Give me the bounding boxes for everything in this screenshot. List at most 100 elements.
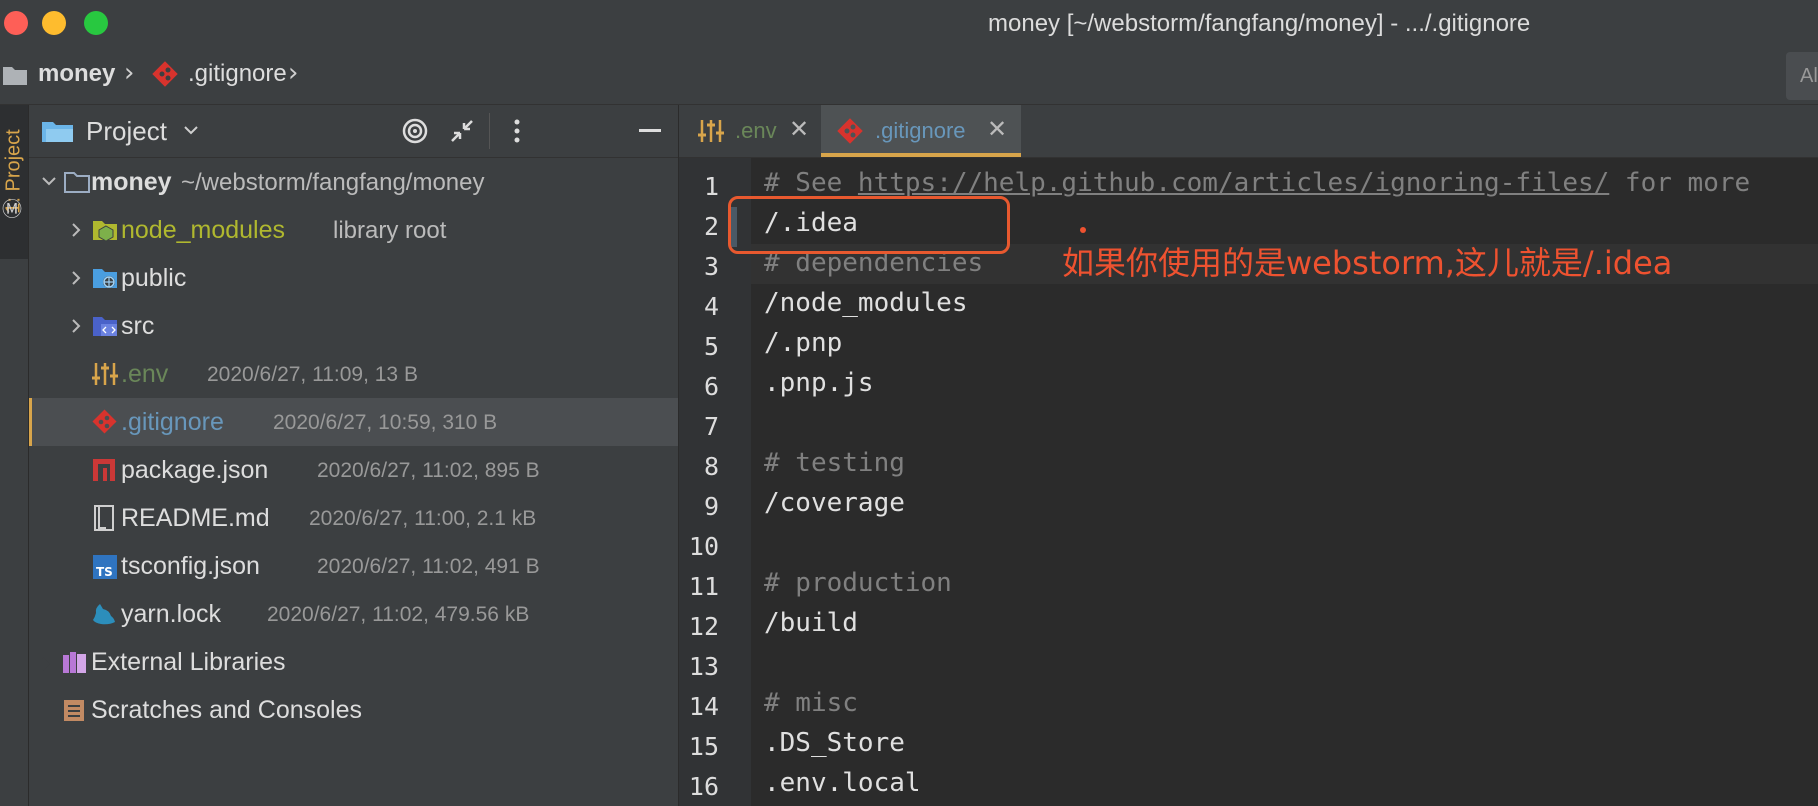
more-options-icon[interactable] <box>507 117 527 145</box>
window-title: money [~/webstorm/fangfang/money] - .../… <box>988 10 1531 37</box>
line-number: 3 <box>703 252 719 281</box>
line-number: 5 <box>703 332 719 361</box>
structure-icon[interactable]: Ⓜ <box>0 197 24 221</box>
minimize-window-button[interactable] <box>42 11 66 35</box>
tree-row-external-libraries[interactable]: External Libraries <box>29 638 678 686</box>
tree-item-name: .env <box>121 360 169 388</box>
tab-env[interactable]: .env ✕ <box>679 105 821 157</box>
collapse-all-icon[interactable] <box>449 118 475 144</box>
tree-item-name: src <box>121 312 155 340</box>
tree-row-money[interactable]: money ~/webstorm/fangfang/money <box>29 158 678 206</box>
code-line-11: # production <box>764 568 952 598</box>
code-line-12: /build <box>764 608 858 638</box>
tree-item-name: package.json <box>121 456 269 484</box>
breadcrumb-file[interactable]: .gitignore <box>188 60 287 88</box>
code-line-6: .pnp.js <box>764 368 874 398</box>
help-link[interactable]: https://help.github.com/articles/ignorin… <box>858 168 1609 198</box>
line-number: 16 <box>688 772 719 801</box>
git-icon <box>152 61 178 87</box>
git-icon <box>92 409 117 434</box>
chevron-right-icon[interactable] <box>71 222 83 238</box>
code-line-8: # testing <box>764 448 905 478</box>
tree-row-env[interactable]: .env 2020/6/27, 11:09, 13 B <box>29 350 678 398</box>
tree-row-scratches[interactable]: Scratches and Consoles <box>29 686 678 734</box>
tree-row-tsconfig[interactable]: TS tsconfig.json 2020/6/27, 11:02, 491 B <box>29 542 678 590</box>
editor-tab-bar: .env ✕ .gitignore ✕ <box>679 105 1818 158</box>
scratches-icon <box>64 700 84 721</box>
env-settings-icon <box>698 120 724 142</box>
tree-item-name: Scratches and Consoles <box>91 696 362 724</box>
tree-item-path: ~/webstorm/fangfang/money <box>181 169 485 196</box>
annotation-text: 如果你使用的是webstorm,这儿就是/.idea <box>1062 244 1673 282</box>
line-number: 9 <box>703 492 719 521</box>
web-folder-icon <box>93 269 117 288</box>
tree-row-gitignore[interactable]: .gitignore 2020/6/27, 10:59, 310 B <box>29 398 678 446</box>
npm-icon <box>93 459 115 481</box>
code-line-1: # See https://help.github.com/articles/i… <box>764 168 1751 198</box>
tree-row-package-json[interactable]: package.json 2020/6/27, 11:02, 895 B <box>29 446 678 494</box>
tree-item-meta: 2020/6/27, 10:59, 310 B <box>273 411 498 434</box>
yarn-icon <box>93 604 115 625</box>
chevron-right-icon[interactable] <box>71 318 83 334</box>
line-number: 11 <box>688 572 719 601</box>
tree-item-name: public <box>121 264 187 292</box>
close-tab-icon[interactable]: ✕ <box>987 115 1007 143</box>
project-tool-tab[interactable]: 1: Project <box>0 105 28 259</box>
tree-item-name: README.md <box>121 504 270 532</box>
tree-item-name: External Libraries <box>91 648 286 676</box>
tool-window-strip: 1: Project Ⓜ <box>0 105 29 806</box>
tree-item-meta: 2020/6/27, 11:02, 491 B <box>317 555 540 578</box>
svg-text:TS: TS <box>96 565 113 579</box>
tree-item-name: node_modules <box>121 216 286 244</box>
folder-icon <box>3 67 27 85</box>
git-icon <box>837 118 863 144</box>
breadcrumb-separator-icon: › <box>124 58 135 88</box>
toolbar-partial-button[interactable]: Al <box>1786 52 1818 100</box>
tree-item-name: money <box>91 168 172 196</box>
chevron-down-icon[interactable] <box>41 176 57 188</box>
line-number: 14 <box>688 692 719 721</box>
source-folder-icon <box>93 317 117 336</box>
markdown-icon <box>94 505 114 531</box>
locate-file-icon[interactable] <box>401 117 429 145</box>
env-settings-icon <box>92 363 118 385</box>
tree-row-yarn-lock[interactable]: yarn.lock 2020/6/27, 11:02, 479.56 kB <box>29 590 678 638</box>
annotation-highlight-box <box>728 196 1010 254</box>
code-line-9: /coverage <box>764 488 905 518</box>
folder-icon <box>64 172 90 193</box>
code-line-5: /.pnp <box>764 328 843 358</box>
line-number: 13 <box>688 652 719 681</box>
close-tab-icon[interactable]: ✕ <box>789 115 809 143</box>
tab-label: .env <box>735 118 777 143</box>
line-number: 7 <box>703 412 719 441</box>
chevron-right-icon[interactable] <box>71 270 83 286</box>
code-line-14: # misc <box>764 688 858 718</box>
tree-item-meta: 2020/6/27, 11:02, 479.56 kB <box>267 603 530 626</box>
tree-item-meta: 2020/6/27, 11:00, 2.1 kB <box>309 507 537 530</box>
tree-item-meta: library root <box>333 217 447 244</box>
library-folder-icon <box>93 221 117 242</box>
line-number-gutter: 1 2 3 4 5 6 7 8 9 10 11 12 13 14 15 16 <box>679 158 751 806</box>
close-window-button[interactable] <box>4 11 28 35</box>
line-number: 10 <box>688 532 719 561</box>
tree-row-src[interactable]: src <box>29 302 678 350</box>
project-panel-header: Project <box>29 105 678 158</box>
header-separator <box>489 113 490 149</box>
project-panel: Project money ~/webstorm/fangfang/money … <box>29 105 678 806</box>
tab-gitignore[interactable]: .gitignore ✕ <box>821 105 1021 157</box>
tree-item-name: .gitignore <box>121 408 224 436</box>
chevron-right-icon[interactable] <box>41 656 53 672</box>
hide-panel-icon[interactable] <box>639 129 661 135</box>
line-number: 2 <box>703 212 719 241</box>
zoom-window-button[interactable] <box>84 11 108 35</box>
breadcrumb-chevron-icon[interactable]: › <box>288 58 298 88</box>
breadcrumb-project[interactable]: money <box>38 60 115 88</box>
code-line-15: .DS_Store <box>764 728 905 758</box>
project-view-title[interactable]: Project <box>86 116 167 147</box>
tree-item-name: yarn.lock <box>121 600 222 628</box>
tree-row-node-modules[interactable]: node_modules library root <box>29 206 678 254</box>
chevron-down-icon[interactable] <box>183 125 199 137</box>
tree-row-readme[interactable]: README.md 2020/6/27, 11:00, 2.1 kB <box>29 494 678 542</box>
tree-row-public[interactable]: public <box>29 254 678 302</box>
line-number: 12 <box>688 612 719 641</box>
